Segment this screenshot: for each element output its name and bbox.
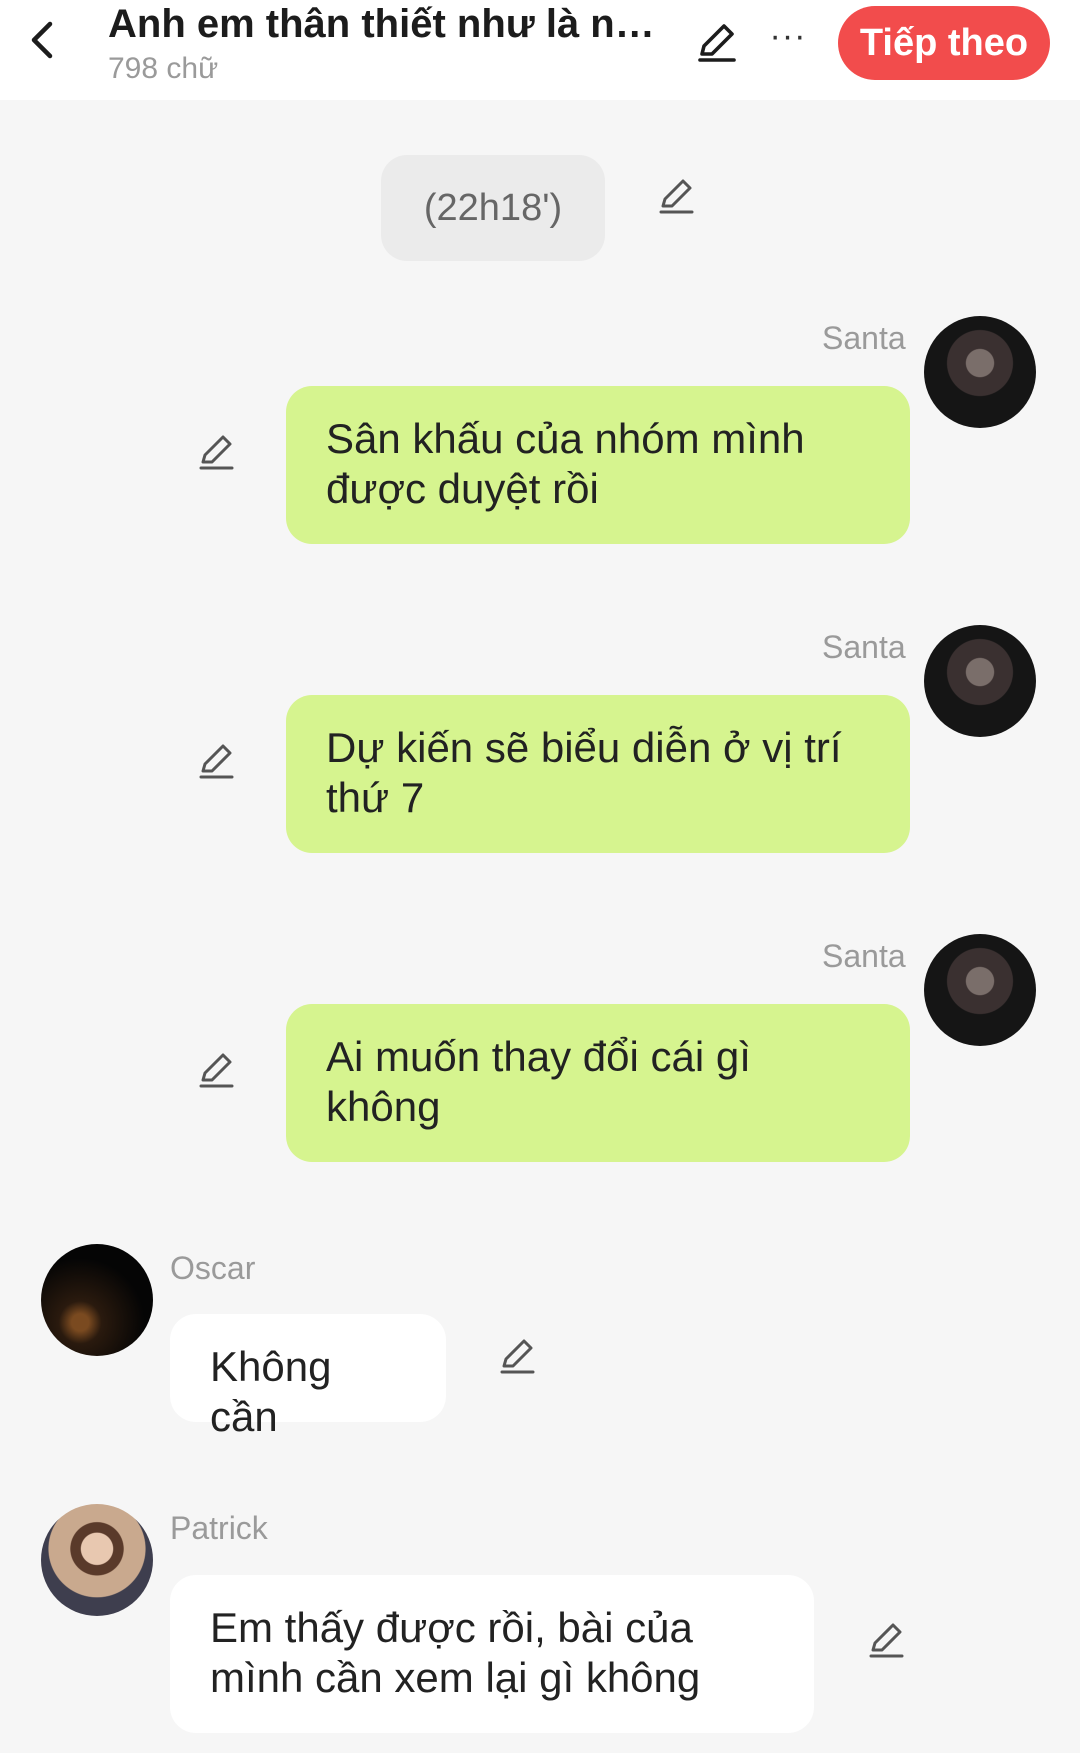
pencil-icon	[199, 744, 234, 779]
message-bubble[interactable]: Sân khấu của nhóm mình được duyệt rồi	[286, 386, 910, 544]
edit-message-button[interactable]	[194, 430, 238, 474]
next-button[interactable]: Tiếp theo	[838, 6, 1050, 80]
edit-message-button[interactable]	[194, 739, 238, 783]
avatar-santa[interactable]	[924, 625, 1036, 737]
edit-message-button[interactable]	[194, 1048, 238, 1092]
avatar-oscar[interactable]	[41, 1244, 153, 1356]
sender-name: Santa	[822, 629, 906, 665]
top-bar: Anh em thân thiết như là ng... 798 chữ ·…	[0, 0, 1080, 100]
avatar-santa[interactable]	[924, 316, 1036, 428]
pencil-icon	[698, 24, 736, 62]
pencil-icon	[500, 1339, 535, 1374]
story-title: Anh em thân thiết như là ng...	[108, 2, 668, 46]
edit-message-button[interactable]	[495, 1334, 539, 1378]
message-bubble[interactable]: Em thấy được rồi, bài của mình cần xem l…	[170, 1575, 814, 1733]
edit-title-button[interactable]	[692, 18, 740, 66]
sender-name: Oscar	[170, 1250, 256, 1286]
message-bubble[interactable]: Ai muốn thay đổi cái gì không	[286, 1004, 910, 1162]
message-bubble[interactable]: Dự kiến sẽ biểu diễn ở vị trí thứ 7	[286, 695, 910, 853]
word-count: 798 chữ	[108, 52, 219, 85]
message-bubble[interactable]: Không cần	[170, 1314, 446, 1440]
back-button[interactable]	[24, 18, 64, 62]
sender-name: Patrick	[170, 1510, 268, 1546]
avatar-patrick[interactable]	[41, 1504, 153, 1616]
pencil-icon	[869, 1623, 904, 1658]
sender-name: Santa	[822, 938, 906, 974]
more-button[interactable]: ···	[766, 14, 810, 58]
chevron-left-icon	[31, 21, 53, 59]
avatar-santa[interactable]	[924, 934, 1036, 1046]
pencil-icon	[199, 1053, 234, 1088]
edit-message-button[interactable]	[864, 1618, 908, 1662]
edit-time-button[interactable]	[654, 174, 698, 218]
pencil-icon	[199, 435, 234, 470]
time-marker: (22h18')	[381, 155, 605, 261]
pencil-icon	[659, 179, 694, 214]
sender-name: Santa	[822, 320, 906, 356]
